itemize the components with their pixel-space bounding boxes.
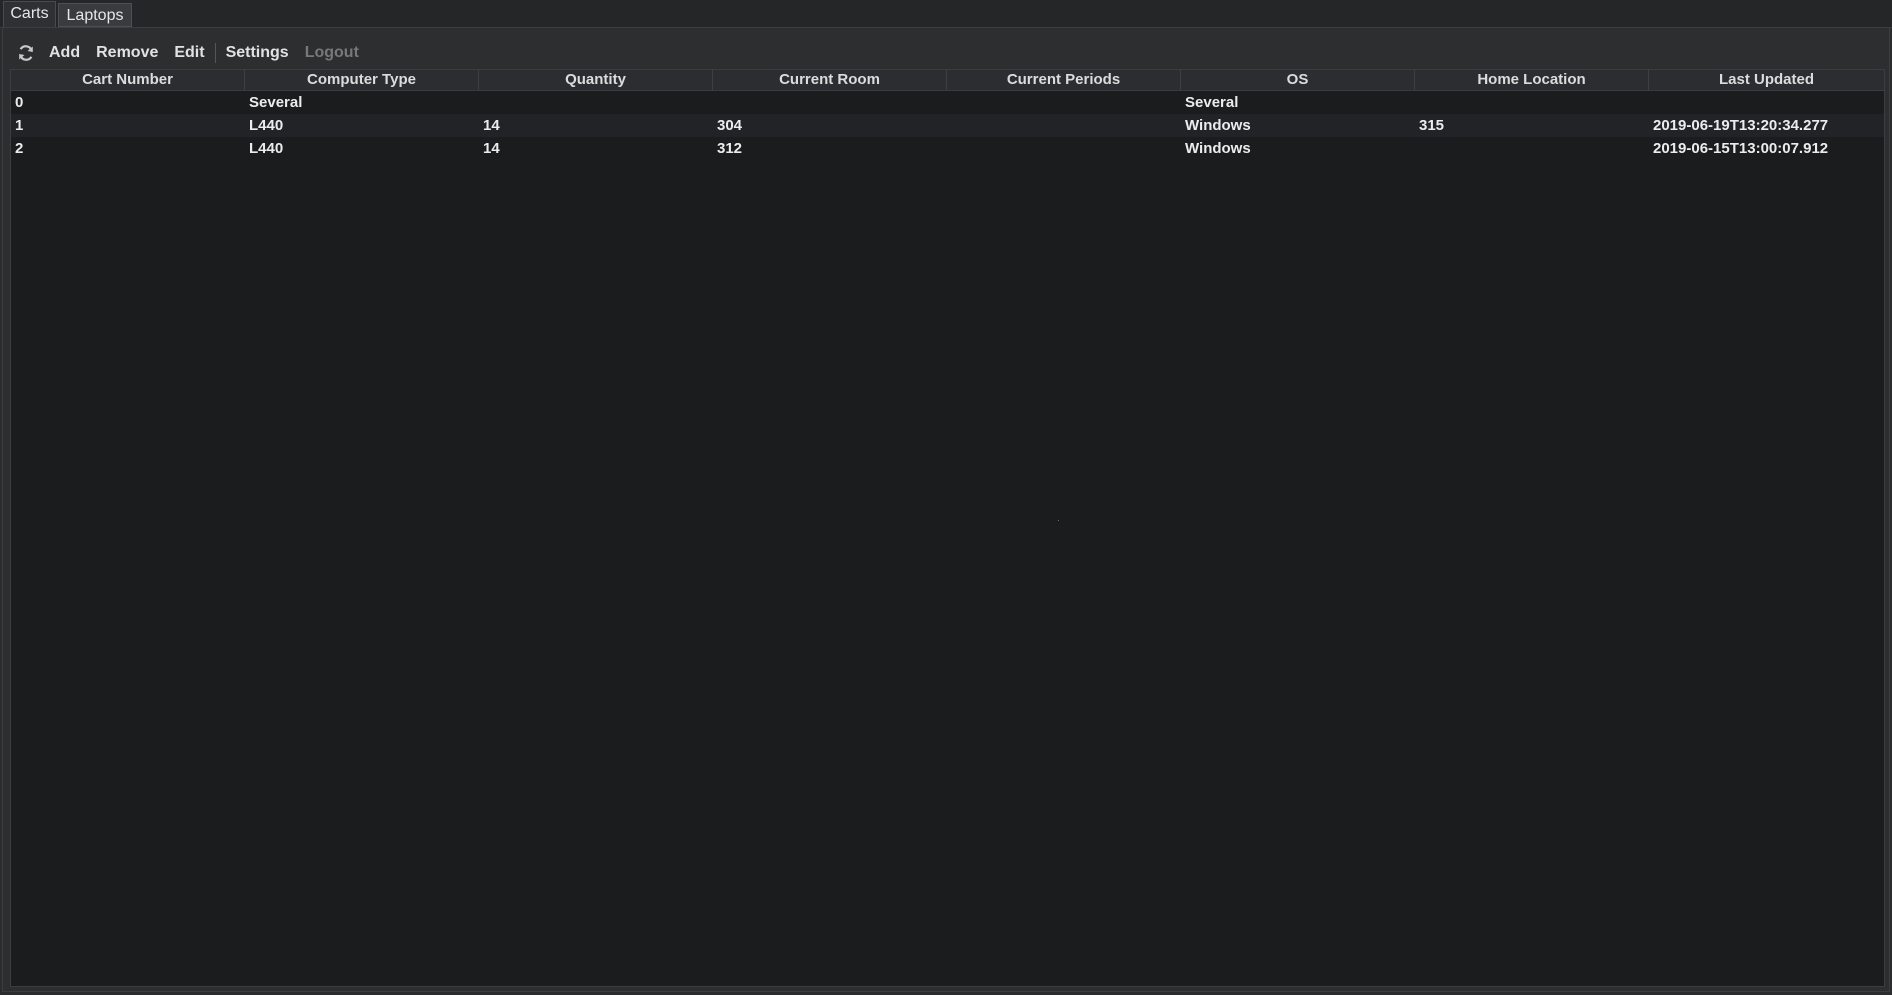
column-header-computer-type[interactable]: Computer Type bbox=[245, 70, 479, 90]
logout-button[interactable]: Logout bbox=[297, 38, 367, 68]
table-header: Cart Number Computer Type Quantity Curre… bbox=[11, 70, 1884, 91]
table-row[interactable]: 2 L440 14 312 Windows 2019-06-15T13:00:0… bbox=[11, 137, 1884, 160]
column-header-quantity[interactable]: Quantity bbox=[479, 70, 713, 90]
column-header-current-room[interactable]: Current Room bbox=[713, 70, 947, 90]
refresh-icon[interactable] bbox=[11, 38, 41, 68]
cell-current-periods bbox=[947, 114, 1181, 137]
cell-computer-type: L440 bbox=[249, 140, 284, 157]
app-window: Carts Laptops Add Remove Edit Settings L… bbox=[0, 0, 1892, 995]
cell-quantity bbox=[479, 91, 713, 114]
table-row[interactable]: 1 L440 14 304 Windows 315 2019-06-19T13:… bbox=[11, 114, 1884, 137]
cell-last-updated bbox=[1649, 91, 1884, 114]
cell-os: Windows bbox=[1185, 140, 1251, 157]
add-button[interactable]: Add bbox=[41, 38, 88, 68]
cell-current-room: 304 bbox=[717, 117, 743, 134]
toolbar-separator bbox=[214, 43, 216, 63]
toolbar: Add Remove Edit Settings Logout bbox=[11, 38, 367, 68]
cell-home-location bbox=[1415, 137, 1649, 160]
cell-quantity: 14 bbox=[483, 117, 500, 134]
cell-quantity: 14 bbox=[483, 140, 500, 157]
cell-home-location: 315 bbox=[1419, 117, 1445, 134]
cell-home-location bbox=[1415, 91, 1649, 114]
column-header-os[interactable]: OS bbox=[1181, 70, 1415, 90]
carts-table[interactable]: Cart Number Computer Type Quantity Curre… bbox=[10, 69, 1885, 987]
cell-current-room bbox=[713, 91, 947, 114]
cell-last-updated: 2019-06-15T13:00:07.912 bbox=[1653, 140, 1829, 157]
column-header-home-location[interactable]: Home Location bbox=[1415, 70, 1649, 90]
column-header-last-updated[interactable]: Last Updated bbox=[1649, 70, 1884, 90]
cell-current-periods bbox=[947, 91, 1181, 114]
remove-button[interactable]: Remove bbox=[88, 38, 166, 68]
carts-panel: Add Remove Edit Settings Logout Cart Num… bbox=[2, 27, 1890, 992]
table-row[interactable]: 0 Several Several bbox=[11, 91, 1884, 114]
cell-cart-number: 0 bbox=[15, 94, 24, 111]
settings-button[interactable]: Settings bbox=[218, 38, 297, 68]
tab-carts[interactable]: Carts bbox=[3, 1, 56, 27]
cell-computer-type: Several bbox=[249, 94, 303, 111]
cell-current-room: 312 bbox=[717, 140, 743, 157]
cell-cart-number: 2 bbox=[15, 140, 24, 157]
table-body: 0 Several Several 1 L440 14 304 Windows bbox=[11, 91, 1884, 160]
tab-laptops[interactable]: Laptops bbox=[58, 3, 132, 27]
cell-last-updated: 2019-06-19T13:20:34.277 bbox=[1653, 117, 1829, 134]
column-header-current-periods[interactable]: Current Periods bbox=[947, 70, 1181, 90]
tab-bar: Carts Laptops bbox=[0, 0, 1892, 28]
cell-current-periods bbox=[947, 137, 1181, 160]
cell-os: Windows bbox=[1185, 117, 1251, 134]
column-header-cart-number[interactable]: Cart Number bbox=[11, 70, 245, 90]
cell-computer-type: L440 bbox=[249, 117, 284, 134]
edit-button[interactable]: Edit bbox=[166, 38, 212, 68]
stray-pixel bbox=[1058, 520, 1059, 521]
cell-cart-number: 1 bbox=[15, 117, 24, 134]
cell-os: Several bbox=[1185, 94, 1239, 111]
